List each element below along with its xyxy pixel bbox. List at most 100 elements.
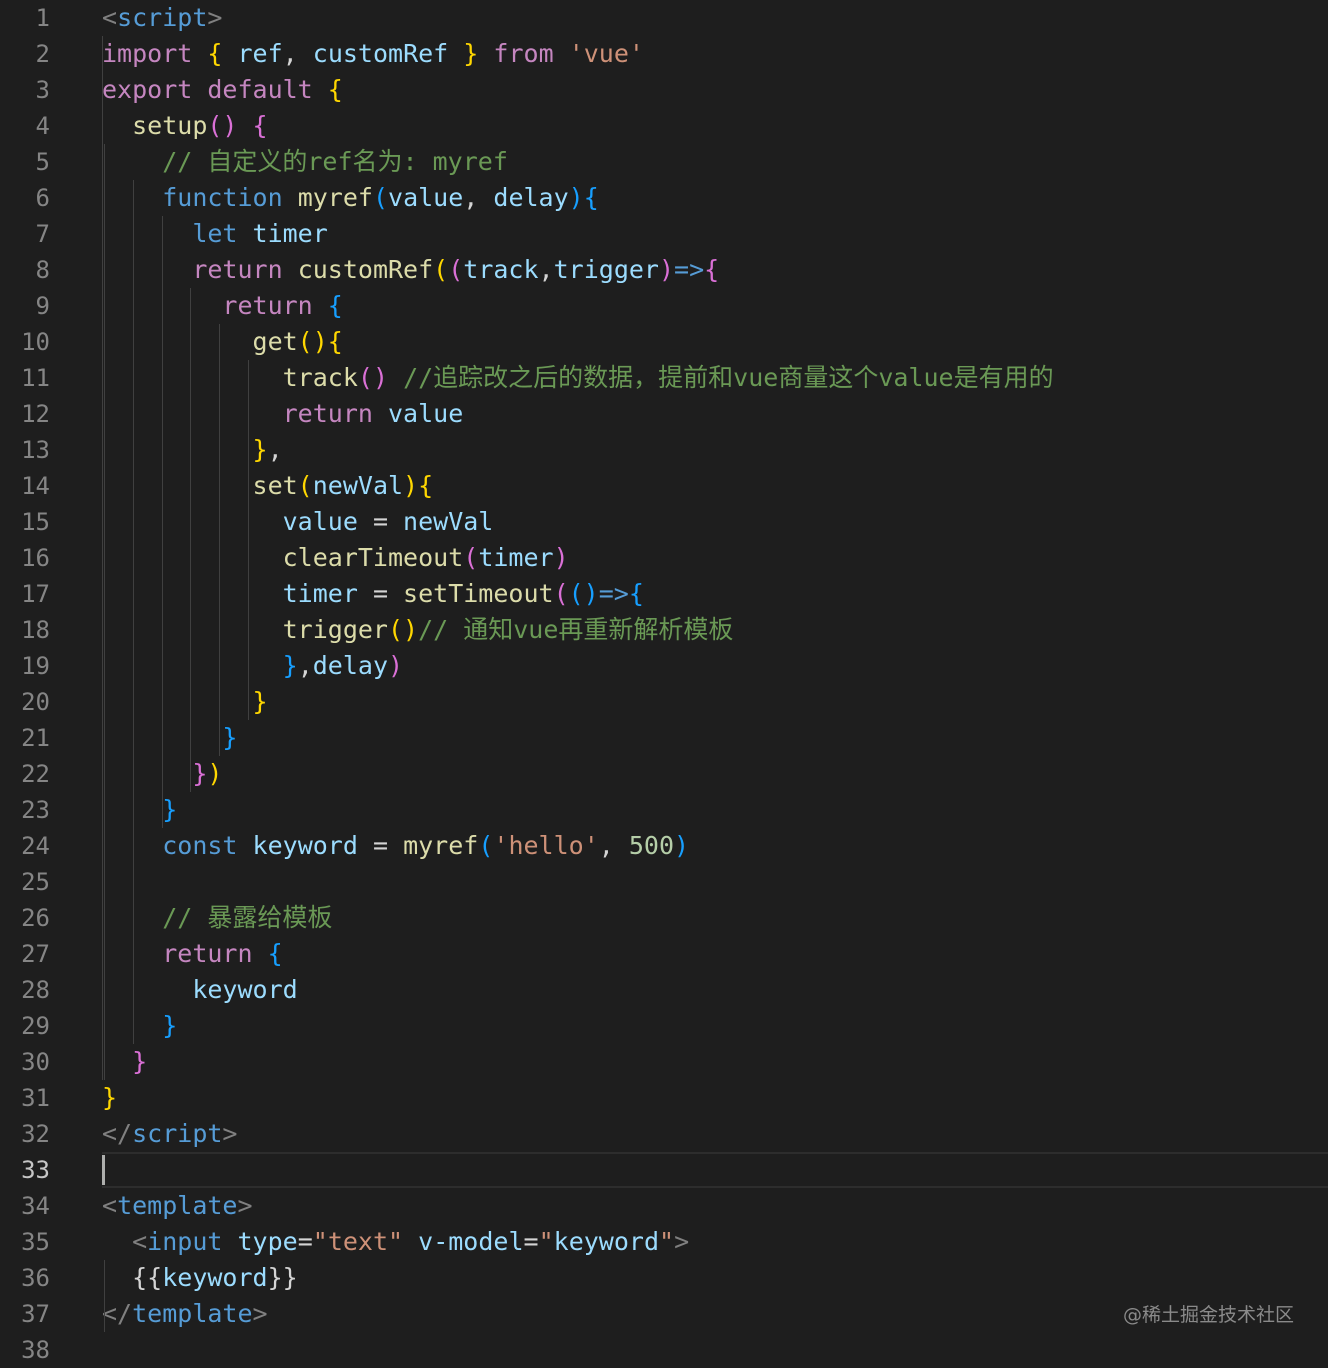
- code-line[interactable]: return customRef((track,trigger)=>{: [102, 252, 1328, 288]
- indent-guide: [219, 324, 221, 756]
- code-line[interactable]: value = newVal: [102, 504, 1328, 540]
- code-line[interactable]: setup() {: [102, 108, 1328, 144]
- indent-guide: [248, 504, 249, 720]
- code-token: {: [628, 579, 644, 608]
- line-number: 10: [21, 328, 50, 356]
- code-line[interactable]: }: [102, 1044, 1328, 1080]
- code-token: script: [132, 1119, 223, 1148]
- code-line[interactable]: return {: [102, 936, 1328, 972]
- code-token: ): [403, 471, 419, 500]
- line-number-gutter: 1 2 3 4 5 6 7 8 9 10 11 12 13 14 15 16 17 18 19 20 21 22 23 24 2…: [0, 0, 62, 1368]
- code-token: template: [117, 1191, 238, 1220]
- code-line[interactable]: track() //追踪改之后的数据，提前和vue商量这个value是有用的: [102, 360, 1328, 396]
- code-line[interactable]: <input type="text" v-model="keyword">: [102, 1224, 1328, 1260]
- code-token: // 自定义的ref名为: myref: [162, 147, 508, 176]
- line-number: 4: [35, 112, 50, 140]
- code-line[interactable]: },delay): [102, 648, 1328, 684]
- code-token: const: [162, 831, 238, 860]
- code-token: // 暴露给模板: [162, 903, 333, 932]
- code-token: (: [553, 579, 569, 608]
- line-number: 37: [21, 1300, 50, 1328]
- code-line[interactable]: set(newVal){: [102, 468, 1328, 504]
- code-line[interactable]: function myref(value, delay){: [102, 180, 1328, 216]
- code-line[interactable]: [102, 1332, 1328, 1368]
- code-token: }: [282, 651, 298, 680]
- code-line[interactable]: // 自定义的ref名为: myref: [102, 144, 1328, 180]
- code-line[interactable]: {{keyword}}: [102, 1260, 1328, 1296]
- code-token: trigger: [282, 615, 388, 644]
- code-line[interactable]: }: [102, 684, 1328, 720]
- code-token: export: [102, 75, 193, 104]
- code-line[interactable]: <template>: [102, 1188, 1328, 1224]
- code-line[interactable]: },: [102, 432, 1328, 468]
- line-number: 19: [21, 652, 50, 680]
- code-line[interactable]: }: [102, 1080, 1328, 1116]
- code-token: 500: [628, 831, 675, 860]
- line-number: 14: [21, 472, 50, 500]
- code-token: value: [282, 507, 358, 536]
- code-token: {{: [102, 1263, 163, 1292]
- code-token: //追踪改之后的数据，提前和vue商量这个value是有用的: [403, 363, 1054, 392]
- code-token: </: [102, 1299, 133, 1328]
- code-line[interactable]: </script>: [102, 1116, 1328, 1152]
- code-line[interactable]: [102, 1152, 1328, 1188]
- code-token: ,: [598, 831, 629, 860]
- code-area[interactable]: <script> import { ref, customRef } from '…: [102, 0, 1328, 1368]
- line-number: 38: [21, 1336, 50, 1364]
- line-number: 9: [35, 292, 50, 320]
- code-line[interactable]: <script>: [102, 0, 1328, 36]
- code-line[interactable]: const keyword = myref('hello', 500): [102, 828, 1328, 864]
- code-token: // 通知vue再重新解析模板: [418, 615, 734, 644]
- code-token: (: [297, 471, 313, 500]
- code-line[interactable]: trigger()// 通知vue再重新解析模板: [102, 612, 1328, 648]
- code-line[interactable]: let timer: [102, 216, 1328, 252]
- code-token: return: [222, 291, 313, 320]
- code-line[interactable]: get(){: [102, 324, 1328, 360]
- line-number: 16: [21, 544, 50, 572]
- code-token: (: [433, 255, 449, 284]
- code-line[interactable]: }: [102, 1008, 1328, 1044]
- code-line[interactable]: keyword: [102, 972, 1328, 1008]
- indent-guide: [102, 36, 103, 1080]
- code-line[interactable]: }: [102, 792, 1328, 828]
- line-number: 30: [21, 1048, 50, 1076]
- code-token: get: [252, 327, 298, 356]
- code-token: ): [568, 183, 584, 212]
- code-token: </: [102, 1119, 133, 1148]
- code-token: {: [252, 111, 268, 140]
- code-token: delay: [493, 183, 569, 212]
- code-token: <: [102, 1191, 118, 1220]
- line-number: 28: [21, 976, 50, 1004]
- code-line[interactable]: }): [102, 756, 1328, 792]
- code-line[interactable]: timer = setTimeout(()=>{: [102, 576, 1328, 612]
- code-line[interactable]: return value: [102, 396, 1328, 432]
- code-token: ,: [463, 183, 494, 212]
- code-editor[interactable]: 1 2 3 4 5 6 7 8 9 10 11 12 13 14 15 16 17 18 19 20 21 22 23 24 2…: [0, 0, 1328, 1364]
- code-token: timer: [252, 219, 328, 248]
- code-line[interactable]: export default {: [102, 72, 1328, 108]
- code-token: track: [463, 255, 539, 284]
- code-line[interactable]: }: [102, 720, 1328, 756]
- code-line[interactable]: import { ref, customRef } from 'vue': [102, 36, 1328, 72]
- code-line[interactable]: return {: [102, 288, 1328, 324]
- code-line[interactable]: clearTimeout(timer): [102, 540, 1328, 576]
- code-token: (): [297, 327, 328, 356]
- code-line[interactable]: [102, 864, 1328, 900]
- code-line[interactable]: // 暴露给模板: [102, 900, 1328, 936]
- code-token: function: [162, 183, 283, 212]
- code-token: <: [132, 1227, 148, 1256]
